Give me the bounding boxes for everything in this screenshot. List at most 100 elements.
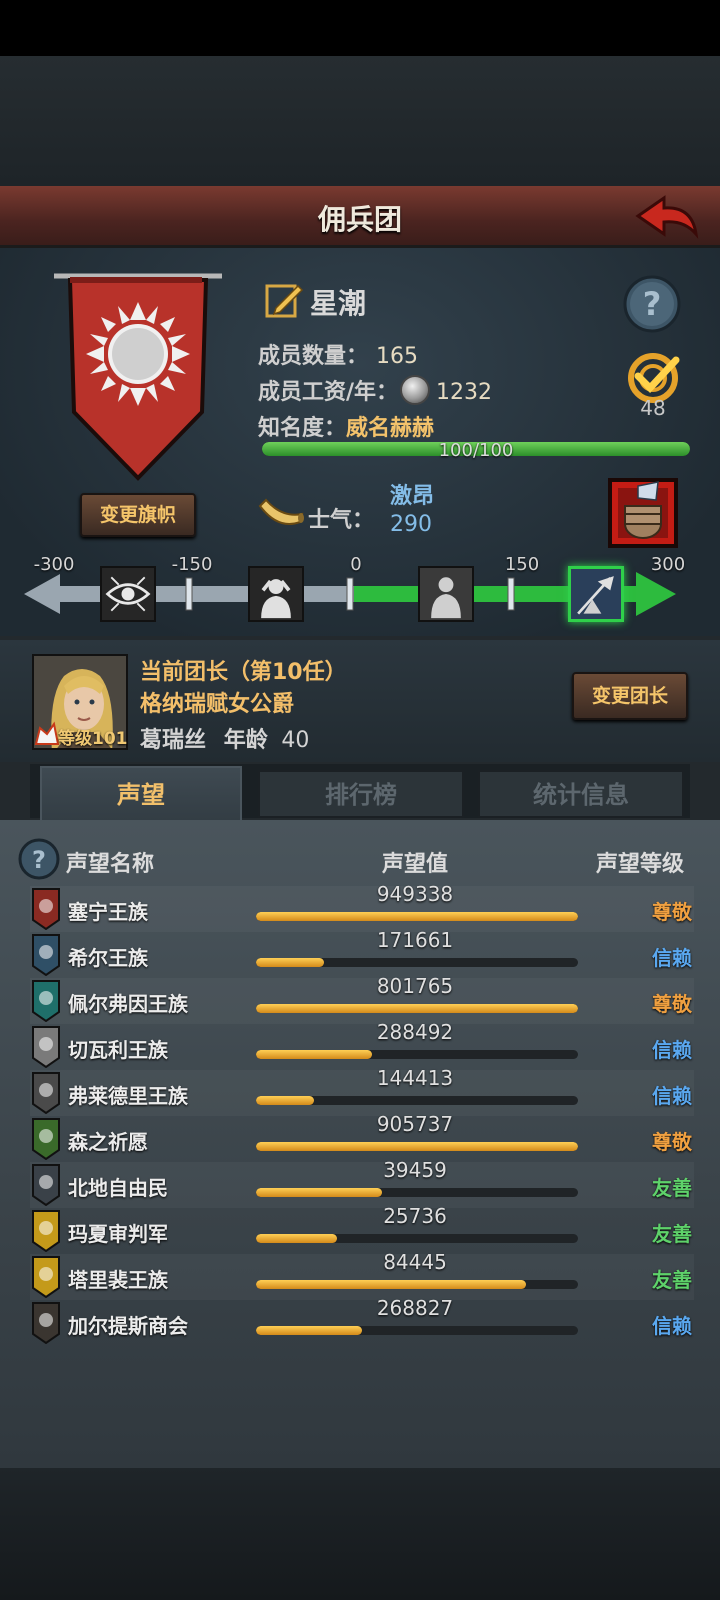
reputation-level: 友善 xyxy=(652,1268,692,1292)
reputation-progress-fill xyxy=(256,1280,527,1289)
calm-figure-icon[interactable] xyxy=(418,566,474,622)
reputation-progress-fill xyxy=(256,1326,363,1335)
reputation-progress-fill xyxy=(256,1234,337,1243)
supply-barrel-icon[interactable] xyxy=(608,478,678,548)
reputation-value: 39459 xyxy=(383,1158,447,1182)
faction-name: 加尔提斯商会 xyxy=(68,1314,188,1338)
reputation-value: 905737 xyxy=(376,1112,454,1136)
leader-level: 等级101 xyxy=(58,729,128,749)
leader-rank: 格纳瑞赋女公爵 xyxy=(140,692,295,717)
leader-title: 当前团长（第10任） xyxy=(140,660,347,685)
fame-progress-text: 100/100 xyxy=(438,440,514,461)
leader-age-label: 年龄 xyxy=(223,728,268,753)
reputation-value: 801765 xyxy=(376,974,454,998)
reputation-value: 84445 xyxy=(383,1250,447,1274)
skull-crest-icon xyxy=(32,1072,60,1114)
leader-info-row: 葛瑞丝 年龄 40 xyxy=(140,722,309,754)
reputation-progress-bar xyxy=(256,1050,578,1059)
tick-label: 0 xyxy=(350,554,362,575)
reputation-value: 949338 xyxy=(376,882,454,906)
member-count-value: 165 xyxy=(376,344,419,369)
faction-name: 切瓦利王族 xyxy=(68,1038,168,1062)
table-row[interactable]: 塞宁王族 949338 尊敬 xyxy=(30,882,694,932)
faction-name: 希尔王族 xyxy=(68,946,148,970)
tick-label: -150 xyxy=(171,554,213,575)
member-count-row: 成员数量： 165 xyxy=(258,338,418,370)
table-row[interactable]: 塔里裴王族 84445 友善 xyxy=(30,1250,694,1300)
tick-label: -300 xyxy=(33,554,75,575)
col-header-level: 声望等级 xyxy=(596,852,685,877)
reputation-progress-fill xyxy=(256,958,324,967)
tab-ranking[interactable]: 排行榜 xyxy=(258,770,464,818)
guild-name: 星潮 xyxy=(310,287,367,320)
target-count: 48 xyxy=(640,396,666,420)
salary-label: 成员工资/年： xyxy=(258,380,399,405)
reputation-level: 友善 xyxy=(652,1176,692,1200)
col-header-name: 声望名称 xyxy=(66,852,155,877)
reputation-progress-fill xyxy=(256,1188,382,1197)
faction-name: 北地自由民 xyxy=(68,1176,168,1200)
morale-label: 士气： xyxy=(308,508,375,533)
reputation-progress-fill xyxy=(256,1004,578,1013)
reputation-level: 信赖 xyxy=(652,1038,692,1062)
evil-eye-icon[interactable] xyxy=(100,566,156,622)
reputation-progress-bar xyxy=(256,1234,578,1243)
col-header-value: 声望值 xyxy=(382,852,449,877)
tick-label: 300 xyxy=(650,554,686,575)
table-row[interactable]: 北地自由民 39459 友善 xyxy=(30,1158,694,1208)
scales-crest-icon xyxy=(32,1026,60,1068)
leader-name: 葛瑞丝 xyxy=(140,728,207,753)
faction-name: 玛夏审判军 xyxy=(68,1222,168,1246)
faction-name: 弗莱德里王族 xyxy=(68,1084,188,1108)
faction-name: 佩尔弗因王族 xyxy=(68,992,188,1016)
reputation-level: 友善 xyxy=(652,1222,692,1246)
change-leader-button[interactable]: 变更团长 xyxy=(572,672,688,720)
red-tree-crest-icon xyxy=(32,888,60,930)
table-row[interactable]: 弗莱德里王族 144413 信赖 xyxy=(30,1066,694,1116)
reputation-level: 信赖 xyxy=(652,946,692,970)
reputation-progress-bar xyxy=(256,1096,578,1105)
teal-castle-crest-icon xyxy=(32,980,60,1022)
table-row[interactable]: 森之祈愿 905737 尊敬 xyxy=(30,1112,694,1162)
table-row[interactable]: 玛夏审判军 25736 友善 xyxy=(30,1204,694,1254)
table-row[interactable]: 切瓦利王族 288492 信赖 xyxy=(30,1020,694,1070)
axe-crest-icon xyxy=(32,1164,60,1206)
reputation-value: 288492 xyxy=(376,1020,454,1044)
member-count-label: 成员数量： xyxy=(258,344,369,369)
despair-figure-icon[interactable] xyxy=(248,566,304,622)
reputation-progress-bar xyxy=(256,1280,578,1289)
charge-flag-icon[interactable] xyxy=(568,566,624,622)
fame-state: 威名赫赫 xyxy=(346,416,435,441)
tick-label: 150 xyxy=(504,554,540,575)
chest-crest-icon xyxy=(32,1302,60,1344)
reputation-level: 信赖 xyxy=(652,1084,692,1108)
reputation-level: 信赖 xyxy=(652,1314,692,1338)
reputation-progress-bar xyxy=(256,1004,578,1013)
tab-statistics[interactable]: 统计信息 xyxy=(478,770,684,818)
edit-name-icon[interactable] xyxy=(264,280,304,320)
reputation-help-icon[interactable]: ? xyxy=(18,838,60,880)
table-row[interactable]: 加尔提斯商会 268827 信赖 xyxy=(30,1296,694,1346)
reputation-progress-bar xyxy=(256,1188,578,1197)
table-row[interactable]: 希尔王族 171661 信赖 xyxy=(30,928,694,978)
reputation-progress-bar xyxy=(256,958,578,967)
change-flag-button[interactable]: 变更旗帜 xyxy=(80,493,196,537)
reputation-progress-fill xyxy=(256,1142,578,1151)
morale-state: 激昂 xyxy=(390,484,435,509)
faction-name: 塞宁王族 xyxy=(68,900,148,924)
tab-reputation[interactable]: 声望 xyxy=(40,766,242,820)
leader-age: 40 xyxy=(281,728,310,753)
silver-coin-icon xyxy=(400,375,431,405)
reputation-value: 171661 xyxy=(376,928,454,952)
horn-icon xyxy=(258,498,304,525)
page-title: 佣兵团 xyxy=(317,203,402,236)
svg-text:?: ? xyxy=(643,285,662,323)
table-row[interactable]: 佩尔弗因王族 801765 尊敬 xyxy=(30,974,694,1024)
help-icon[interactable]: ? xyxy=(622,274,682,334)
back-arrow-icon[interactable] xyxy=(634,194,700,240)
fame-label: 知名度： xyxy=(258,416,347,441)
salary-row: 成员工资/年： 1232 xyxy=(258,374,492,406)
reputation-progress-bar xyxy=(256,1142,578,1151)
faction-name: 塔里裴王族 xyxy=(68,1268,168,1292)
status-bar xyxy=(0,0,720,56)
